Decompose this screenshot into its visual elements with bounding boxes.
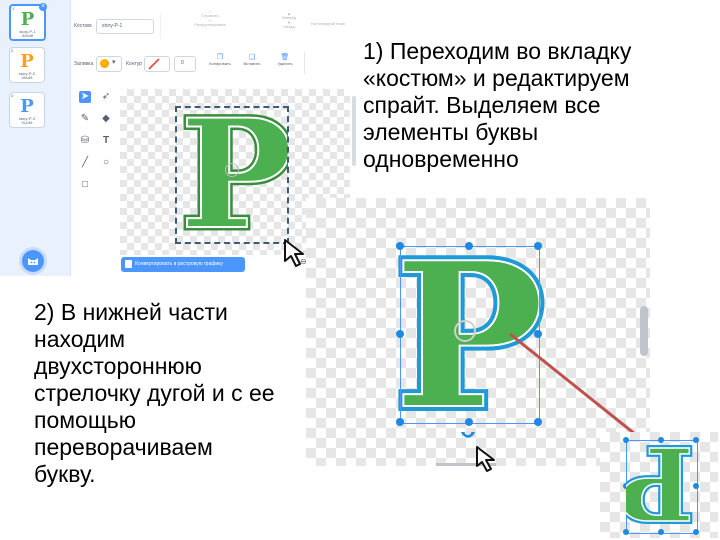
chevron-down-icon: ▾ [112,59,116,66]
caption-line: одновременно [363,146,519,172]
resize-handle[interactable] [465,418,473,426]
outline-width-value: 0 [181,60,184,66]
copy-button[interactable]: ❐ Копировать [204,54,236,74]
editor-screenshot: 1 P story-P-1 40x48 × 2 P story-P-2 40x48 … [0,0,358,276]
copy-label: Копировать [209,60,231,66]
selection-marquee [175,106,289,244]
costume-thumbnail: P [20,9,35,30]
delete-costume-icon[interactable]: × [39,3,47,11]
caption-line: стрелочку дугой и с ее [34,380,275,406]
convert-to-bitmap-button[interactable]: Конвертировать в растровую графику [121,257,245,272]
convert-label: Конвертировать в растровую графику [135,261,223,267]
caption-line: находим [34,326,126,352]
caption-line: 1) Переходим во вкладку [363,38,632,64]
caption-line: букву. [34,461,96,487]
brush-icon[interactable]: ✎ [79,113,91,125]
reshape-icon[interactable]: ➶ [100,91,112,103]
costume-name-label: Костюм [74,23,92,29]
outline-color-picker[interactable] [144,56,170,72]
rotated-letter-p[interactable]: P P [626,440,696,532]
costume-tile-3[interactable]: 3 P story-P-3 31x36 [9,92,45,128]
forward-button[interactable]: ▪ Отразить ▪ Разгруппировать [186,9,234,36]
costume-sidebar: 1 P story-P-1 40x48 × 2 P story-P-2 40x48 … [0,0,71,276]
caption-line: переворачиваем [34,434,213,460]
toolbar-divider [304,52,305,74]
outline-width-input[interactable]: 0 [174,56,196,72]
ungroup-label: Разгруппировать [194,22,226,28]
resize-handle[interactable] [396,418,404,426]
costume-tile-2[interactable]: 2 P story-P-2 40x48 [9,47,45,83]
resize-handle[interactable] [534,242,542,250]
costume-name: story-P-1 40x48 [19,29,36,39]
delete-label: Удалить [277,60,293,66]
resize-handle[interactable] [396,330,404,338]
backward-label: Назад [283,24,295,30]
fill-swatch [100,59,109,68]
text-icon[interactable]: T [100,135,112,147]
caption-line: спрайт. Выделяем все [363,92,601,118]
costume-name-input[interactable]: story-P-1 [96,19,154,34]
caption-line: 2) В нижней части [34,299,228,325]
eraser-icon[interactable]: ◆ [100,113,112,125]
costume-tile-1[interactable]: 1 P story-P-1 40x48 × [9,3,47,41]
paste-label: Вставить [243,60,261,66]
choose-costume-button[interactable] [22,250,44,272]
caption-line: элементы буквы [363,119,539,145]
step1-caption: 1) Переходим во вкладку «костюм» и редак… [363,38,718,173]
fill-color-picker[interactable]: ▾ [96,56,122,72]
cat-icon [28,258,38,265]
resize-handle[interactable] [465,242,473,250]
forward-label: Вперёд [282,15,296,21]
caption-line: «костюм» и редактируем [363,65,630,91]
canvas-scrollbar[interactable] [352,96,356,166]
no-outline-icon [148,58,160,70]
to-front-button[interactable]: На передний план [306,21,350,36]
delete-button[interactable]: 🗑 Удалить [270,54,300,74]
rect-icon[interactable]: □ [79,179,91,191]
step2-caption: 2) В нижней части находим двухстороннюю … [34,299,334,488]
resize-handle[interactable] [396,242,404,250]
fill-icon[interactable]: ⛁ [79,135,91,147]
costume-name-value: story-P-1 [102,23,123,29]
flip-label: Отразить [201,13,219,19]
caption-line: двухстороннюю [34,353,202,379]
svg-text:P: P [626,440,694,532]
circle-icon[interactable]: ○ [100,157,112,169]
costume-thumbnail: P [20,96,34,117]
image-icon [125,260,132,268]
group-icon[interactable] [160,13,173,39]
costume-thumbnail: P [20,51,34,72]
rotate-handle-icon[interactable] [460,428,476,442]
select-arrow-icon[interactable]: ➤ [79,91,91,103]
layer-forward-button[interactable]: ▲ Вперёд ▼ Назад [274,11,304,36]
line-icon[interactable]: ╱ [79,157,91,169]
paste-button[interactable]: ❏ Вставить [236,54,268,74]
fill-label: Заливка [74,61,94,67]
outline-label: Контур [126,61,143,67]
costume-name: story-P-2 40x48 [18,71,36,81]
costume-name: story-P-3 31x36 [18,116,36,126]
caption-line: помощью [34,407,137,433]
